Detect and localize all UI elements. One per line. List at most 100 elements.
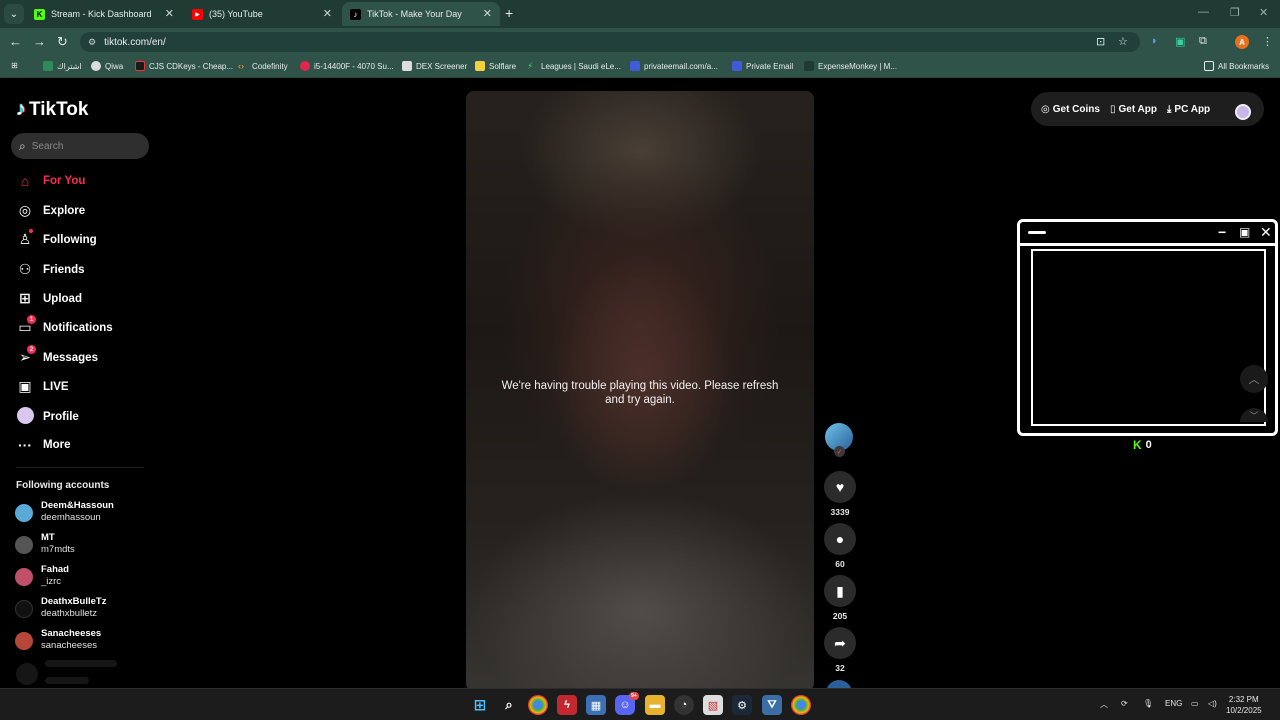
language-indicator[interactable]: ENG (1165, 699, 1182, 708)
drag-handle-icon[interactable] (1028, 231, 1046, 234)
system-clock[interactable]: 2:32 PM 10/2/2025 (1226, 694, 1262, 716)
bookmark-item[interactable]: ExpenseMonkey | M... (804, 61, 897, 71)
extension-icon[interactable]: ▣ (1175, 35, 1185, 48)
search-input[interactable]: ⌕ Search (11, 133, 149, 159)
discord-icon[interactable]: ☺ 9+ (615, 692, 639, 715)
nav-upload[interactable]: ⊞ Upload (16, 290, 82, 307)
nav-messages[interactable]: ➢ 2 Messages (16, 345, 98, 366)
tab-search-chevron-icon[interactable]: ⌄ (4, 4, 24, 24)
volume-icon[interactable]: ◁) (1208, 699, 1217, 708)
address-bar[interactable]: ⚙ tiktok.com/en/ (80, 32, 1140, 52)
minimize-icon[interactable]: — (1198, 6, 1209, 18)
browser-tab-strip: ⌄ K Stream - Kick Dashboard ✕ ▶ (35) You… (0, 0, 1280, 28)
nav-more[interactable]: ··· More (16, 437, 70, 453)
nav-live[interactable]: ▣ LIVE (16, 378, 68, 395)
following-account[interactable]: MT m7mdts (15, 532, 75, 556)
apps-grid-icon[interactable]: ⊞ (11, 61, 18, 70)
bookmark-item[interactable]: اشتراك (43, 61, 82, 71)
close-tab-icon[interactable]: ✕ (483, 7, 492, 20)
extensions-puzzle-icon[interactable]: ⧉ (1199, 35, 1207, 48)
menu-kebab-icon[interactable]: ⋮ (1262, 35, 1273, 48)
chrome-icon[interactable] (528, 695, 548, 715)
bookmark-item[interactable]: Private Email (732, 61, 793, 71)
bookmark-icon[interactable]: ▮ (824, 575, 856, 607)
share-icon[interactable]: ➦ (824, 627, 856, 659)
get-app-button[interactable]: ▯ Get App (1110, 104, 1157, 115)
user-avatar[interactable] (1235, 104, 1251, 120)
file-explorer-icon[interactable]: ▬ (645, 695, 665, 715)
install-app-icon[interactable]: ⊡ (1096, 35, 1105, 48)
comment-icon[interactable]: ● (824, 523, 856, 555)
following-icon: ♙ (18, 229, 33, 247)
bookmark-item[interactable]: ‹› Codefinity (238, 61, 288, 71)
search-placeholder: Search (31, 140, 64, 152)
close-tab-icon[interactable]: ✕ (165, 7, 174, 20)
previous-video-button[interactable]: ︿ (1240, 365, 1268, 393)
microsoft-store-icon[interactable]: ▦ (586, 695, 606, 715)
tray-overflow-icon[interactable]: ︿ (1100, 699, 1108, 710)
get-coins-button[interactable]: ◎ Get Coins (1041, 104, 1100, 115)
app-icon[interactable]: ▧ (703, 695, 723, 715)
microphone-icon[interactable]: 🎙︎ (1143, 699, 1153, 708)
download-icon: ⤓ (1167, 103, 1172, 115)
live-icon: ▣ (18, 378, 32, 394)
bookmark-item[interactable]: Solflare (475, 61, 516, 71)
bookmark-star-icon[interactable]: ☆ (1118, 35, 1128, 48)
all-bookmarks-button[interactable]: All Bookmarks (1204, 61, 1269, 71)
start-windows-icon[interactable]: ⊞ (470, 695, 490, 715)
steam-icon[interactable]: ⚙ (732, 695, 752, 715)
heart-icon[interactable]: ♥ (824, 471, 856, 503)
video-player[interactable]: We're having trouble playing this video.… (466, 91, 814, 688)
obs-icon[interactable]: ◔ (674, 695, 694, 715)
app-flash-icon[interactable]: ϟ (557, 695, 577, 715)
network-icon[interactable]: ▭ (1191, 699, 1199, 708)
floating-window-titlebar[interactable]: − ▣ ✕ (1020, 222, 1275, 246)
extension-icon[interactable]: ◗ (1151, 35, 1158, 47)
following-account[interactable]: Sanacheeses sanacheeses (15, 628, 101, 652)
close-icon[interactable]: ✕ (1260, 224, 1272, 241)
profile-avatar[interactable]: A (1235, 35, 1249, 49)
close-tab-icon[interactable]: ✕ (323, 7, 332, 20)
sync-icon[interactable]: ⟳ (1121, 699, 1128, 708)
following-account[interactable]: DeathxBulleTz deathxbulletz (15, 596, 106, 620)
nav-explore[interactable]: ◎ Explore (16, 202, 85, 219)
maximize-icon[interactable]: ▣ (1239, 225, 1250, 239)
tab-tiktok[interactable]: ♪ TikTok - Make Your Day ✕ (342, 2, 500, 26)
new-tab-icon[interactable]: + (505, 5, 513, 21)
bookmark-item[interactable]: ⚡ Leagues | Saudi eLe... (527, 61, 621, 71)
following-account[interactable]: Deem&Hassoun deemhassoun (15, 500, 114, 524)
search-icon[interactable]: ⌕ (499, 695, 519, 715)
bookmark-item[interactable]: DEX Screener (402, 61, 467, 71)
restore-icon[interactable]: ❐ (1230, 6, 1240, 19)
forward-icon[interactable]: → (33, 34, 46, 49)
tab-kick-dashboard[interactable]: K Stream - Kick Dashboard ✕ (26, 2, 182, 26)
nav-notifications[interactable]: ▭ 1 Notifications (16, 315, 113, 336)
sidebar-divider (16, 467, 144, 468)
next-video-avatar[interactable] (826, 680, 852, 688)
minimize-icon[interactable]: − (1218, 224, 1226, 240)
app-active-icon[interactable]: ⛛ (762, 695, 782, 715)
floating-window[interactable]: − ▣ ✕ (1017, 219, 1278, 436)
message-badge: 2 (27, 345, 36, 354)
avatar (15, 536, 33, 554)
reload-icon[interactable]: ↻ (57, 34, 68, 50)
avatar (15, 600, 33, 618)
bookmark-item[interactable]: privateemail.com/a... (630, 61, 718, 71)
nav-friends[interactable]: ⚇ Friends (16, 261, 85, 278)
following-account[interactable]: Fahad _izrc (15, 564, 69, 588)
bookmark-favicon-icon (135, 61, 145, 71)
bookmark-item[interactable]: i5-14400F - 4070 Su... (300, 61, 394, 71)
bookmark-item[interactable]: CJS CDKeys - Cheap... (135, 61, 233, 71)
close-window-icon[interactable]: ✕ (1259, 6, 1268, 19)
pc-app-button[interactable]: ⤓ PC App (1167, 104, 1210, 115)
tab-youtube[interactable]: ▶ (35) YouTube ✕ (184, 2, 340, 26)
chrome-profile-icon[interactable] (791, 695, 811, 715)
nav-profile[interactable]: Profile (16, 407, 79, 427)
site-info-icon[interactable]: ⚙ (88, 37, 96, 48)
back-icon[interactable]: ← (9, 34, 22, 49)
nav-for-you[interactable]: ⌂ For You (16, 173, 86, 189)
followed-check-icon[interactable]: ✓ (834, 446, 845, 457)
nav-following[interactable]: ♙ Following (16, 229, 97, 248)
tiktok-logo[interactable]: ♪ TikTok (16, 98, 88, 121)
bookmark-item[interactable]: Qiwa (91, 61, 123, 71)
